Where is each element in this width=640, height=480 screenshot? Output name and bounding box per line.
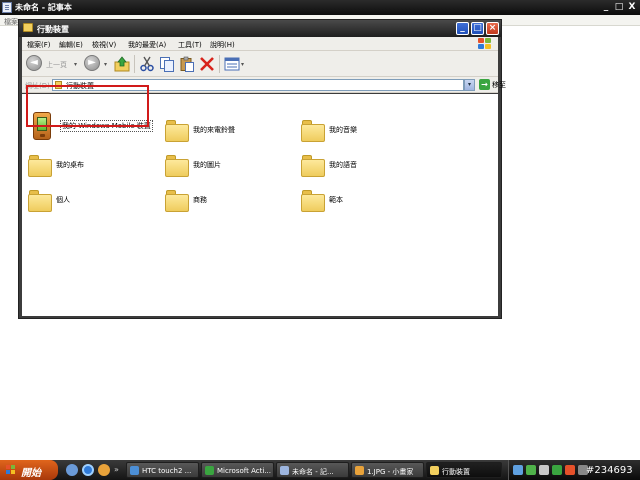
toolbar: ◄ 上一頁 ▾ ► ▾ ▾ (22, 51, 498, 77)
views-dropdown-icon[interactable]: ▾ (241, 61, 244, 68)
task-icon (130, 466, 139, 475)
taskbar-item[interactable]: HTC touch2 ... (126, 462, 199, 478)
toolbar-separator (219, 55, 220, 73)
close-button[interactable]: × (486, 22, 499, 35)
list-item[interactable]: 我的圖片 (165, 151, 285, 181)
menubar: 檔案(F) 編輯(E) 檢視(V) 我的最愛(A) 工具(T) 說明(H) (22, 37, 498, 51)
quicklaunch-desktop-icon[interactable] (66, 464, 78, 476)
quicklaunch-ie-icon[interactable] (82, 464, 94, 476)
menu-help[interactable]: 說明(H) (210, 40, 235, 50)
task-label: 1.JPG - 小畫家 (367, 468, 414, 476)
item-label: 個人 (56, 196, 70, 204)
list-item[interactable]: 範本 (301, 186, 421, 216)
quicklaunch-expand-icon[interactable]: » (114, 465, 119, 474)
list-item[interactable]: 我的桌布 (28, 151, 148, 181)
start-label: 開始 (21, 468, 41, 479)
tray-network-icon[interactable] (513, 465, 523, 475)
windows-logo-icon (6, 465, 16, 475)
notepad-minimize-button[interactable]: _ (601, 2, 611, 12)
taskbar-item-active[interactable]: 行動裝置 (426, 462, 502, 478)
paste-icon[interactable] (179, 56, 195, 72)
notepad-menu-file[interactable]: 檔案 (4, 17, 18, 27)
menu-file[interactable]: 檔案(F) (27, 40, 51, 50)
minimize-button[interactable]: _ (456, 22, 469, 35)
item-label: 我的音樂 (329, 126, 357, 134)
go-arrow-icon: → (479, 79, 490, 90)
address-dropdown-icon[interactable]: ▾ (464, 79, 475, 91)
taskbar: 開始 » HTC touch2 ... Microsoft Acti... 未命… (0, 460, 640, 480)
up-folder-icon[interactable] (114, 56, 130, 72)
item-label: 商務 (193, 196, 207, 204)
notepad-titlebar[interactable]: 未命名 - 記事本 _ □ X (0, 0, 640, 15)
taskbar-item[interactable]: Microsoft Acti... (201, 462, 274, 478)
item-label: 我的桌布 (56, 161, 84, 169)
maximize-button[interactable]: □ (471, 22, 484, 35)
folder-icon (301, 118, 325, 142)
back-button-label[interactable]: 上一頁 (46, 60, 67, 70)
task-icon (430, 466, 439, 475)
file-list: 我的 Windows Mobile 裝置 我的來電鈴聲 我的音樂 我的桌布 我的… (22, 94, 498, 316)
quicklaunch-media-icon[interactable] (98, 464, 110, 476)
taskbar-item[interactable]: 未命名 - 記... (276, 462, 349, 478)
go-button[interactable]: → 移至 (479, 79, 507, 91)
forward-arrow-icon[interactable]: ► (84, 55, 100, 71)
list-item[interactable]: 我的語音 (301, 151, 421, 181)
folder-icon (165, 188, 189, 212)
task-label: HTC touch2 ... (142, 467, 192, 475)
tray-sync-icon[interactable] (526, 465, 536, 475)
task-label: Microsoft Acti... (217, 467, 271, 475)
tray-alert-icon[interactable] (565, 465, 575, 475)
back-dropdown-icon[interactable]: ▾ (74, 61, 77, 68)
task-icon (280, 466, 289, 475)
task-icon (355, 466, 364, 475)
highlight-annotation (26, 85, 149, 127)
cut-icon[interactable] (139, 56, 155, 72)
explorer-window: 行動裝置 _ □ × 檔案(F) 編輯(E) 檢視(V) 我的最愛(A) 工具(… (18, 19, 506, 319)
list-item[interactable]: 我的音樂 (301, 116, 421, 146)
views-icon[interactable] (224, 56, 240, 72)
menu-tools[interactable]: 工具(T) (178, 40, 202, 50)
toolbar-separator (134, 55, 135, 73)
go-button-label: 移至 (492, 81, 506, 89)
explorer-titlebar[interactable]: 行動裝置 _ □ × (19, 20, 501, 37)
watermark-text: #234693 (586, 465, 633, 476)
taskbar-item[interactable]: 1.JPG - 小畫家 (351, 462, 424, 478)
notepad-close-button[interactable]: X (627, 2, 637, 12)
folder-icon (28, 153, 52, 177)
menu-view[interactable]: 檢視(V) (92, 40, 116, 50)
item-label: 我的語音 (329, 161, 357, 169)
task-icon (205, 466, 214, 475)
folder-icon (165, 118, 189, 142)
start-button[interactable]: 開始 (0, 460, 58, 480)
delete-icon[interactable] (199, 56, 215, 72)
tray-volume-icon[interactable] (539, 465, 549, 475)
folder-icon (28, 188, 52, 212)
list-item[interactable]: 我的來電鈴聲 (165, 116, 285, 146)
folder-icon (301, 153, 325, 177)
list-item[interactable]: 商務 (165, 186, 285, 216)
item-label: 範本 (329, 196, 343, 204)
forward-dropdown-icon[interactable]: ▾ (104, 61, 107, 68)
menu-edit[interactable]: 編輯(E) (59, 40, 83, 50)
folder-icon (301, 188, 325, 212)
folder-icon (23, 23, 33, 32)
notepad-icon (2, 2, 12, 13)
copy-icon[interactable] (159, 56, 175, 72)
item-label: 我的來電鈴聲 (193, 126, 235, 134)
task-label: 未命名 - 記... (292, 468, 334, 476)
tray-app-icon[interactable] (552, 465, 562, 475)
notepad-maximize-button[interactable]: □ (614, 2, 624, 12)
back-arrow-icon[interactable]: ◄ (26, 55, 42, 71)
item-label: 我的圖片 (193, 161, 221, 169)
task-label: 行動裝置 (442, 468, 470, 476)
notepad-title: 未命名 - 記事本 (15, 3, 72, 12)
folder-icon (165, 153, 189, 177)
list-item[interactable]: 個人 (28, 186, 148, 216)
windows-logo-icon (478, 38, 492, 50)
menu-favorites[interactable]: 我的最愛(A) (128, 40, 166, 50)
window-title: 行動裝置 (37, 25, 69, 34)
